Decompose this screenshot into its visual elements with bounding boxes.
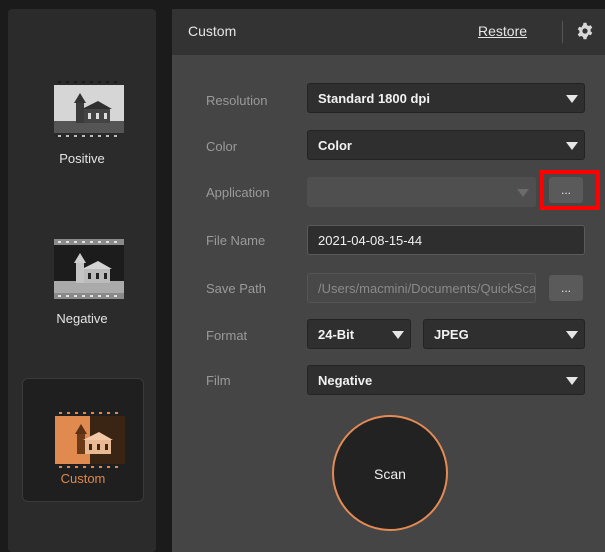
panel-header: Custom Restore	[172, 9, 605, 55]
mode-custom[interactable]: Custom	[22, 378, 144, 502]
custom-church-icon	[55, 410, 125, 470]
resolution-label: Resolution	[206, 93, 268, 108]
mode-custom-label: Custom	[60, 471, 106, 486]
chevron-down-icon	[566, 377, 578, 385]
mode-sidebar: Positive Negative Custom	[8, 9, 156, 552]
application-browse-button[interactable]: ...	[549, 177, 583, 203]
app-window: Positive Negative Custom Custom Restore …	[0, 0, 605, 552]
application-label: Application	[206, 185, 270, 200]
header-divider	[562, 21, 563, 43]
film-select[interactable]: Negative	[307, 365, 585, 395]
mode-negative-label: Negative	[56, 311, 108, 326]
mode-positive[interactable]: Positive	[22, 79, 142, 201]
save-path-field[interactable]: /Users/macmini/Documents/QuickScan	[307, 273, 536, 303]
positive-church-icon	[54, 79, 124, 139]
file-name-label: File Name	[206, 233, 266, 248]
mode-positive-label: Positive	[59, 151, 105, 166]
restore-link[interactable]: Restore	[478, 23, 527, 39]
chevron-down-icon	[517, 189, 529, 197]
file-type-select[interactable]: JPEG	[423, 319, 585, 349]
mode-negative[interactable]: Negative	[22, 239, 142, 361]
negative-church-icon	[54, 239, 124, 299]
application-select[interactable]	[307, 177, 536, 207]
file-name-input[interactable]: 2021-04-08-15-44	[307, 225, 585, 255]
bit-depth-select[interactable]: 24-Bit	[307, 319, 411, 349]
format-label: Format	[206, 328, 248, 343]
color-select[interactable]: Color	[307, 130, 585, 160]
scan-button[interactable]: Scan	[332, 415, 448, 531]
color-label: Color	[206, 139, 238, 154]
resolution-select[interactable]: Standard 1800 dpi	[307, 83, 585, 113]
bit-depth-value: 24-Bit	[318, 327, 355, 342]
file-type-value: JPEG	[434, 327, 469, 342]
color-value: Color	[318, 138, 352, 153]
film-label: Film	[206, 373, 231, 388]
chevron-down-icon	[566, 142, 578, 150]
settings-panel: Custom Restore Resolution Standard 1800 …	[172, 9, 605, 552]
chevron-down-icon	[392, 331, 404, 339]
chevron-down-icon	[566, 95, 578, 103]
gear-icon[interactable]	[576, 22, 594, 40]
resolution-value: Standard 1800 dpi	[318, 91, 430, 106]
scan-button-label: Scan	[374, 466, 406, 482]
film-value: Negative	[318, 373, 373, 388]
chevron-down-icon	[566, 331, 578, 339]
save-path-browse-button[interactable]: ...	[549, 275, 583, 301]
save-path-label: Save Path	[206, 281, 266, 296]
panel-title: Custom	[188, 23, 237, 39]
